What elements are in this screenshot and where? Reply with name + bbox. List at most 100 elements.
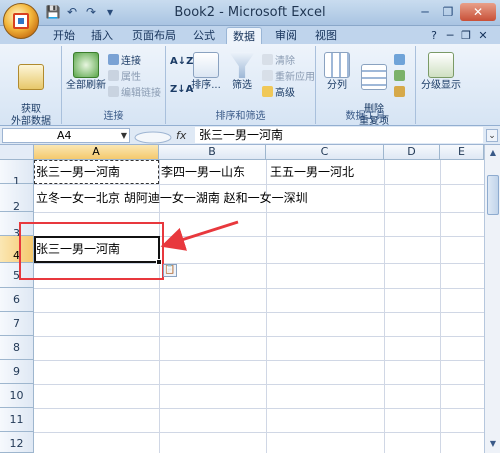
sort-dialog-icon <box>193 52 219 78</box>
clear-icon <box>262 53 273 65</box>
get-external-data-label: 获取 外部数据 <box>11 104 51 127</box>
help-icon[interactable]: ? <box>428 27 440 44</box>
row-header-7[interactable]: 7 <box>0 312 34 336</box>
refresh-all-label: 全部刷新 <box>66 80 106 91</box>
copy-marquee <box>34 160 159 184</box>
scrollbar-thumb[interactable] <box>487 175 499 215</box>
tab-view[interactable]: 视图 <box>310 27 342 44</box>
scroll-up-icon[interactable]: ▲ <box>487 147 499 159</box>
group-external-data: 获取 外部数据 <box>0 46 62 127</box>
highlight-box <box>19 222 164 280</box>
reapply-icon <box>262 69 273 81</box>
tab-page-layout[interactable]: 页面布局 <box>126 27 182 44</box>
properties-icon <box>108 69 119 81</box>
workbook-close-button[interactable]: ✕ <box>476 27 490 44</box>
text-to-columns-button[interactable]: 分列 <box>320 52 354 92</box>
filter-label: 筛选 <box>232 80 252 91</box>
office-button[interactable] <box>3 3 39 39</box>
get-external-data-button[interactable]: 获取 外部数据 <box>6 52 56 128</box>
column-header-d[interactable]: D <box>384 145 440 160</box>
edit-links-label: 编辑链接 <box>121 87 161 99</box>
properties-label: 属性 <box>121 71 141 83</box>
gridline-row-2 <box>34 212 484 213</box>
formula-cancel-enter-icon <box>134 131 172 144</box>
window-controls: ─ ❐ ✕ <box>414 3 496 21</box>
column-header-b[interactable]: B <box>159 145 266 160</box>
tab-insert[interactable]: 插入 <box>86 27 118 44</box>
connections-label: 连接 <box>121 55 141 67</box>
tab-review[interactable]: 审阅 <box>270 27 302 44</box>
row-header-1[interactable]: 1 <box>0 160 34 188</box>
tab-formulas[interactable]: 公式 <box>188 27 220 44</box>
worksheet-grid[interactable]: A B C D E 1 2 3 4 5 6 7 8 9 10 11 12 张三一… <box>0 145 484 453</box>
edit-links-button[interactable]: 编辑链接 <box>108 84 161 99</box>
formula-bar-expand-icon[interactable]: ⌄ <box>486 129 498 142</box>
gridline-row-11 <box>34 432 484 433</box>
cell-a2[interactable]: 立冬一女一北京 胡阿迪一女一湖南 赵和一女一深圳 <box>34 190 308 206</box>
group-connections: 全部刷新 连接 属性 编辑链接 连接 <box>62 46 166 124</box>
ribbon-restore-button[interactable]: ❐ <box>460 27 472 44</box>
column-header-e[interactable]: E <box>440 145 484 160</box>
row-header-8[interactable]: 8 <box>0 336 34 360</box>
group-outline: 分级显示 <box>416 46 466 124</box>
clear-button[interactable]: 清除 <box>262 52 295 67</box>
what-if-button[interactable] <box>394 84 405 98</box>
group-sort-filter-label: 排序和筛选 <box>215 111 266 122</box>
scroll-down-icon[interactable]: ▼ <box>487 438 499 450</box>
ribbon-minimize-button[interactable]: ─ <box>444 27 456 44</box>
gridline-row-5 <box>34 288 484 289</box>
row-header-10[interactable]: 10 <box>0 384 34 408</box>
refresh-all-button[interactable]: 全部刷新 <box>64 52 108 92</box>
sort-button[interactable]: 排序... <box>190 52 222 92</box>
tab-data[interactable]: 数据 <box>226 27 262 44</box>
consolidate-button[interactable] <box>394 68 405 82</box>
consolidate-icon <box>394 69 405 81</box>
column-header-a[interactable]: A <box>34 145 159 160</box>
close-button[interactable]: ✕ <box>460 3 496 21</box>
ribbon: 获取 外部数据 全部刷新 连接 属性 编辑链接 连接 A↓Z Z↓A 排序...… <box>0 44 500 127</box>
paste-options-icon[interactable]: 📋 <box>163 264 177 277</box>
insert-function-button[interactable]: fx <box>176 129 186 142</box>
group-data-tools: 分列 删除 重复项 数据工具 <box>316 46 416 127</box>
cell-b1[interactable]: 李四一男一山东 <box>159 164 245 180</box>
row-header-11[interactable]: 11 <box>0 408 34 432</box>
minimize-button[interactable]: ─ <box>414 3 436 21</box>
formula-bar: A4 ▼ fx 张三一男一河南 ⌄ <box>0 126 500 145</box>
connections-icon <box>108 53 119 65</box>
outline-label: 分级显示 <box>421 80 461 91</box>
edit-links-icon <box>108 85 119 97</box>
outline-icon <box>428 52 454 78</box>
gridline-col-c <box>384 160 385 453</box>
row-header-9[interactable]: 9 <box>0 360 34 384</box>
restore-button[interactable]: ❐ <box>437 3 459 21</box>
filter-funnel-icon <box>229 52 255 78</box>
reapply-button[interactable]: 重新应用 <box>262 68 315 83</box>
vertical-scrollbar[interactable]: ▲ ▼ <box>484 145 500 453</box>
data-validation-button[interactable] <box>394 52 405 66</box>
column-header-c[interactable]: C <box>266 145 384 160</box>
row-header-2[interactable]: 2 <box>0 184 34 213</box>
cell-c1[interactable]: 王五一男一河北 <box>266 164 354 180</box>
name-box[interactable]: A4 ▼ <box>2 128 130 143</box>
connections-button[interactable]: 连接 <box>108 52 141 67</box>
outline-button[interactable]: 分级显示 <box>418 52 464 92</box>
row-header-6[interactable]: 6 <box>0 288 34 312</box>
name-box-value: A4 <box>57 129 72 142</box>
text-to-columns-icon <box>324 52 350 78</box>
select-all-button[interactable] <box>0 145 34 160</box>
name-box-dropdown-icon[interactable]: ▼ <box>121 129 127 142</box>
gridline-row-9 <box>34 384 484 385</box>
gridline-row-1 <box>34 184 484 185</box>
tab-home[interactable]: 开始 <box>48 27 80 44</box>
sort-label: 排序... <box>191 80 221 91</box>
ribbon-tabs: 开始 插入 页面布局 公式 数据 审阅 视图 ? ─ ❐ ✕ <box>0 26 500 44</box>
gridline-row-8 <box>34 360 484 361</box>
properties-button[interactable]: 属性 <box>108 68 141 83</box>
row-header-12[interactable]: 12 <box>0 432 34 453</box>
formula-input[interactable]: 张三一男一河南 <box>195 127 483 143</box>
office-logo-icon <box>13 13 29 29</box>
gridline-row-7 <box>34 336 484 337</box>
advanced-filter-button[interactable]: 高级 <box>262 84 295 99</box>
filter-button[interactable]: 筛选 <box>226 52 258 92</box>
gridline-col-d <box>440 160 441 453</box>
